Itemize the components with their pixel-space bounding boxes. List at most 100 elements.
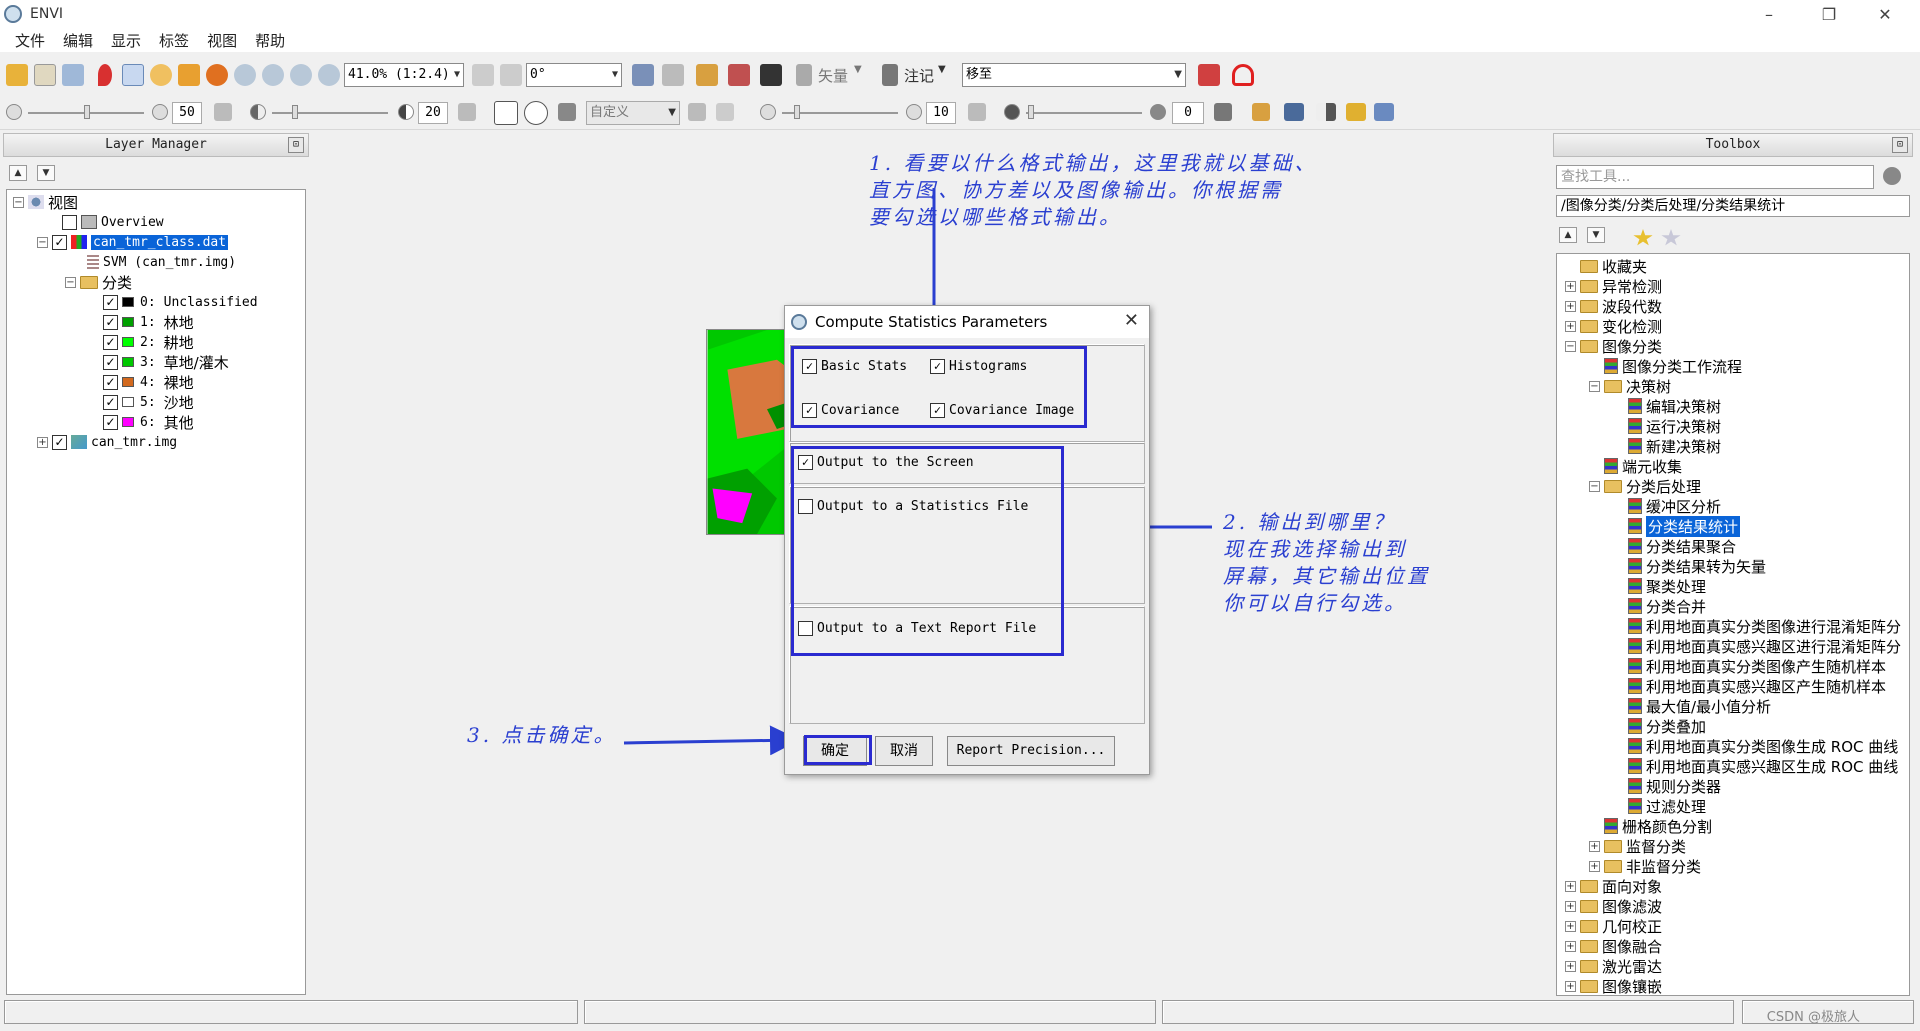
checkbox[interactable]: ✓ xyxy=(103,334,118,350)
panel-pin-icon[interactable]: ⊡ xyxy=(1892,137,1908,153)
checkbox[interactable]: ✓ xyxy=(103,414,118,430)
tree-row-svm[interactable]: SVM (can_tmr.img) xyxy=(87,252,236,272)
toolbox-folder-row[interactable]: + 图像镶嵌 xyxy=(1565,976,1662,995)
expand-icon[interactable]: + xyxy=(1565,300,1576,312)
measure-icon[interactable] xyxy=(696,64,718,86)
toolbox-tool-row[interactable]: 利用地面真实感兴趣区产生随机样本 xyxy=(1613,676,1886,696)
stretch-combo[interactable]: 自定义 ▼ xyxy=(586,101,680,125)
expand-icon[interactable]: + xyxy=(1565,320,1576,332)
minimize-button[interactable]: – xyxy=(1746,0,1792,28)
transparency-value[interactable]: 0 xyxy=(1172,102,1204,124)
refresh-icon[interactable] xyxy=(688,103,706,121)
menu-file[interactable]: 文件 xyxy=(6,30,54,51)
layers-icon[interactable] xyxy=(1346,103,1366,121)
toolbox-folder-row[interactable]: + 图像融合 xyxy=(1565,936,1662,956)
sharpen-thumb[interactable] xyxy=(794,105,800,119)
reset-icon[interactable] xyxy=(214,103,232,121)
toolbox-tool-row[interactable]: 端元收集 xyxy=(1589,456,1682,476)
menu-help[interactable]: 帮助 xyxy=(246,30,294,51)
zoom-combo[interactable]: 41.0% (1:2.4) ▼ xyxy=(344,63,464,87)
expand-icon[interactable]: + xyxy=(1565,280,1576,292)
checkbox[interactable]: ✓ xyxy=(103,394,118,410)
menu-display[interactable]: 显示 xyxy=(102,30,150,51)
contrast-slider[interactable] xyxy=(272,112,388,114)
dialog-close-button[interactable]: ✕ xyxy=(1124,310,1139,331)
vector-icon[interactable] xyxy=(796,64,812,86)
class-row[interactable]: ✓ 2: 耕地 xyxy=(103,332,194,352)
zoom-fit-icon[interactable] xyxy=(318,64,340,86)
toolbox-folder-row[interactable]: + 激光雷达 xyxy=(1565,956,1662,976)
toolbox-folder-row[interactable]: 收藏夹 xyxy=(1565,256,1647,276)
toolbox-folder-row[interactable]: + 几何校正 xyxy=(1565,916,1662,936)
move-up-icon[interactable]: ▲ xyxy=(9,165,27,181)
toolbox-tool-row[interactable]: 栅格颜色分割 xyxy=(1589,816,1712,836)
chevron-down-icon[interactable]: ▼ xyxy=(938,64,946,75)
sync-icon[interactable] xyxy=(662,64,684,86)
a-icon[interactable] xyxy=(1232,64,1254,86)
pixel-value-icon[interactable] xyxy=(760,64,782,86)
toolbox-tool-row[interactable]: 图像分类工作流程 xyxy=(1589,356,1742,376)
class-row[interactable]: ✓ 6: 其他 xyxy=(103,412,194,432)
stretch-edit-icon[interactable] xyxy=(716,103,734,121)
toolbox-tool-row[interactable]: 运行决策树 xyxy=(1613,416,1721,436)
toolbox-tool-row[interactable]: 分类合并 xyxy=(1613,596,1706,616)
toolbox-folder-row[interactable]: + 波段代数 xyxy=(1565,296,1662,316)
class-row[interactable]: ✓ 0: Unclassified xyxy=(103,292,258,312)
toolbox-tool-row[interactable]: 新建决策树 xyxy=(1613,436,1721,456)
tree-root-row[interactable]: − 视图 xyxy=(13,192,78,212)
reset-icon[interactable] xyxy=(1214,103,1232,121)
maximize-button[interactable]: ❐ xyxy=(1806,0,1852,28)
checkbox[interactable]: ✓ xyxy=(52,434,67,450)
menu-edit[interactable]: 编辑 xyxy=(54,30,102,51)
checkbox[interactable]: ✓ xyxy=(103,354,118,370)
rotate-icon[interactable] xyxy=(206,64,228,86)
goto-combo[interactable]: 移至 ▼ xyxy=(962,63,1186,87)
collapse-icon[interactable]: − xyxy=(1589,480,1600,492)
remove-favorite-icon[interactable] xyxy=(1661,229,1681,246)
expand-icon[interactable]: + xyxy=(1589,840,1600,852)
menu-label[interactable]: 标签 xyxy=(150,30,198,51)
checkbox[interactable] xyxy=(62,214,77,230)
pan-hand-icon[interactable] xyxy=(150,64,172,86)
portal-icon[interactable] xyxy=(1198,64,1220,86)
add-favorite-icon[interactable] xyxy=(1633,229,1653,246)
zoom-in-icon[interactable] xyxy=(262,64,284,86)
toolbox-tool-row[interactable]: 分类结果转为矢量 xyxy=(1613,556,1766,576)
checkbox[interactable]: ✓ xyxy=(103,294,118,310)
toolbox-tool-row[interactable]: 聚类处理 xyxy=(1613,576,1706,596)
link-icon[interactable] xyxy=(632,64,654,86)
toolbox-tool-row[interactable]: 利用地面真实分类图像生成 ROC 曲线 xyxy=(1613,736,1898,756)
toolbox-tool-row[interactable]: 最大值/最小值分析 xyxy=(1613,696,1771,716)
annotation-icon[interactable] xyxy=(882,64,898,86)
menu-view[interactable]: 视图 xyxy=(198,30,246,51)
rotate-right-icon[interactable] xyxy=(500,64,522,86)
rotate-left-icon[interactable] xyxy=(472,64,494,86)
toolbox-folder-row[interactable]: − 图像分类 xyxy=(1565,336,1662,356)
toolbox-folder-row[interactable]: − 分类后处理 xyxy=(1589,476,1701,496)
tree-row-overview[interactable]: Overview xyxy=(62,212,164,232)
class-row[interactable]: ✓ 4: 裸地 xyxy=(103,372,194,392)
toolbox-tool-row[interactable]: 过滤处理 xyxy=(1613,796,1706,816)
zoom-icon[interactable] xyxy=(234,64,256,86)
class-row[interactable]: ✓ 1: 林地 xyxy=(103,312,194,332)
spectral-icon[interactable] xyxy=(728,64,750,86)
contrast-thumb[interactable] xyxy=(292,105,298,119)
stretch-full-icon[interactable] xyxy=(494,101,518,125)
tree-row-classes[interactable]: − 分类 xyxy=(65,272,132,292)
transparency-thumb[interactable] xyxy=(1028,105,1034,119)
class-row[interactable]: ✓ 5: 沙地 xyxy=(103,392,194,412)
expand-icon[interactable]: + xyxy=(1565,900,1576,912)
pin-icon[interactable] xyxy=(98,64,112,86)
toolbox-tool-row[interactable]: 分类叠加 xyxy=(1613,716,1706,736)
fly-icon[interactable] xyxy=(178,64,200,86)
expand-icon[interactable]: + xyxy=(1565,980,1576,992)
collapse-icon[interactable]: − xyxy=(1589,380,1600,392)
toolbox-folder-row[interactable]: + 图像滤波 xyxy=(1565,896,1662,916)
collapse-icon[interactable]: − xyxy=(65,276,76,288)
select-arrow-icon[interactable] xyxy=(122,64,144,86)
expand-icon[interactable]: + xyxy=(1589,860,1600,872)
expand-icon[interactable]: + xyxy=(1565,920,1576,932)
view-grid-icon[interactable] xyxy=(1374,103,1394,121)
class-row[interactable]: ✓ 3: 草地/灌木 xyxy=(103,352,229,372)
expand-icon[interactable]: + xyxy=(1565,880,1576,892)
